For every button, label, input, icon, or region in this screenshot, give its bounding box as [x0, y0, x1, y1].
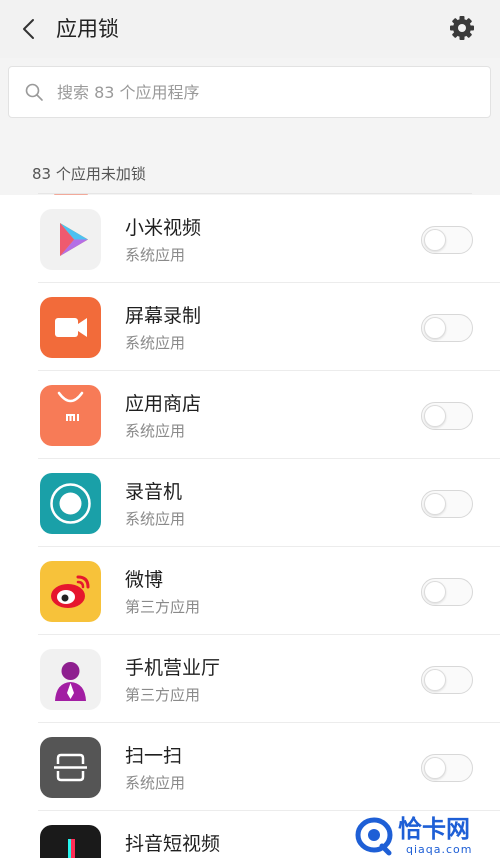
- screen-recorder-icon: [40, 297, 101, 358]
- app-list: 小米视频 系统应用 屏幕录制 系统应用 应用商店 系统应用 录音机 系统应用 微…: [0, 195, 500, 858]
- app-category: 系统应用: [125, 422, 186, 440]
- app-category: 第三方应用: [125, 598, 201, 616]
- app-name: 微博: [125, 569, 164, 591]
- app-name: 录音机: [125, 481, 183, 503]
- toggle-knob: [424, 229, 446, 251]
- app-category: 系统应用: [125, 334, 186, 352]
- watermark-logo-icon: [355, 817, 393, 856]
- lock-toggle[interactable]: [421, 314, 473, 342]
- watermark-url: qiaqa.com: [406, 843, 473, 856]
- lock-toggle[interactable]: [421, 402, 473, 430]
- search-bar[interactable]: [8, 66, 491, 118]
- app-category: 系统应用: [125, 510, 186, 528]
- scanner-icon: [40, 737, 101, 798]
- toggle-knob: [424, 405, 446, 427]
- list-item[interactable]: 应用商店 系统应用: [0, 371, 500, 459]
- app-name: 扫一扫: [125, 745, 183, 767]
- toggle-knob: [424, 493, 446, 515]
- mi-video-icon: [40, 209, 101, 270]
- app-name: 屏幕录制: [125, 305, 202, 327]
- gear-icon[interactable]: [447, 13, 477, 43]
- lock-toggle[interactable]: [421, 578, 473, 606]
- lock-toggle[interactable]: [421, 754, 473, 782]
- list-item[interactable]: 手机营业厅 第三方应用: [0, 635, 500, 723]
- chevron-left-icon[interactable]: [16, 16, 42, 42]
- douyin-icon: [40, 825, 101, 858]
- search-icon: [25, 83, 43, 101]
- watermark: 恰卡网 qiaqa.com: [348, 812, 500, 858]
- toggle-knob: [424, 757, 446, 779]
- search-input[interactable]: [57, 75, 477, 109]
- section-header: 83 个应用未加锁: [32, 165, 146, 183]
- lock-toggle[interactable]: [421, 490, 473, 518]
- weibo-icon: [40, 561, 101, 622]
- toggle-knob: [424, 581, 446, 603]
- sound-recorder-icon: [40, 473, 101, 534]
- lock-toggle[interactable]: [421, 226, 473, 254]
- list-item[interactable]: 小米视频 系统应用: [0, 195, 500, 283]
- app-name: 小米视频: [125, 217, 202, 239]
- list-item[interactable]: 录音机 系统应用: [0, 459, 500, 547]
- app-category: 第三方应用: [125, 686, 201, 704]
- title-bar: 应用锁: [0, 0, 500, 58]
- lock-toggle[interactable]: [421, 666, 473, 694]
- page-title: 应用锁: [56, 17, 119, 41]
- divider: [38, 193, 472, 194]
- watermark-text: 恰卡网: [398, 815, 470, 843]
- app-name: 手机营业厅: [125, 657, 221, 679]
- list-item[interactable]: 微博 第三方应用: [0, 547, 500, 635]
- app-category: 系统应用: [125, 246, 186, 264]
- toggle-knob: [424, 317, 446, 339]
- app-category: 系统应用: [125, 774, 186, 792]
- app-store-icon: [40, 385, 101, 446]
- app-name: 应用商店: [125, 393, 202, 415]
- app-name: 抖音短视频: [125, 833, 221, 855]
- list-item[interactable]: 扫一扫 系统应用: [0, 723, 500, 811]
- mobile-hall-icon: [40, 649, 101, 710]
- toggle-knob: [424, 669, 446, 691]
- list-item[interactable]: 屏幕录制 系统应用: [0, 283, 500, 371]
